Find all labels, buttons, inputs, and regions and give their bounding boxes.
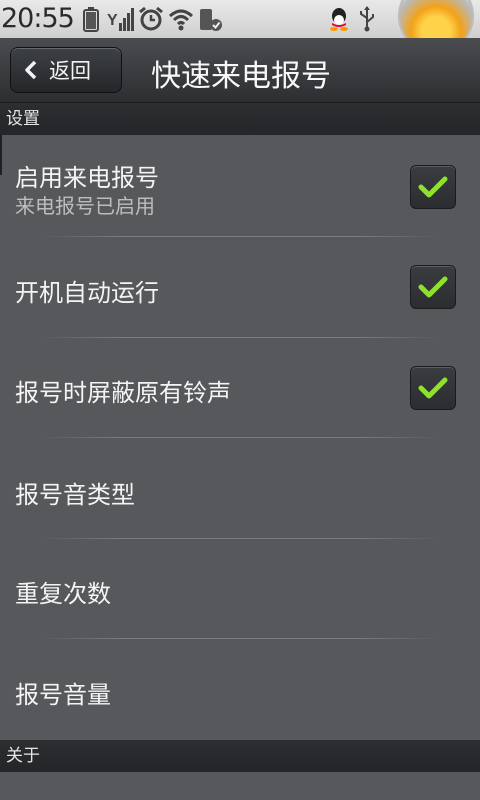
- setting-autostart[interactable]: 开机自动运行: [0, 237, 480, 337]
- setting-label: 报号音量: [15, 681, 111, 709]
- setting-enable-announce[interactable]: 启用来电报号 来电报号已启用: [0, 136, 480, 236]
- setting-voice-type[interactable]: 报号音类型: [0, 438, 480, 538]
- section-header-about: 关于: [0, 740, 480, 772]
- checkmark-icon: [418, 276, 448, 298]
- back-button-label: 返回: [49, 59, 91, 83]
- back-button[interactable]: 返回: [10, 47, 122, 93]
- setting-label: 报号时屏蔽原有铃声: [15, 379, 231, 407]
- section-header-settings: 设置: [0, 103, 480, 135]
- checkmark-icon: [418, 377, 448, 399]
- setting-label: 重复次数: [15, 580, 111, 608]
- enable-announce-checkbox[interactable]: [410, 165, 456, 209]
- alarm-icon: [139, 6, 163, 31]
- setting-label: 启用来电报号: [15, 164, 159, 192]
- signal-icon: Y: [107, 8, 134, 31]
- svg-text:Y: Y: [107, 12, 118, 29]
- battery-icon: [83, 7, 99, 32]
- status-clock: 20:55: [1, 3, 75, 34]
- checkmark-icon: [418, 176, 448, 198]
- setting-label: 报号音类型: [15, 481, 135, 509]
- usb-icon: [360, 6, 374, 32]
- sd-card-icon: [200, 9, 222, 31]
- autostart-checkbox[interactable]: [410, 265, 456, 309]
- page-title: 快速来电报号: [151, 59, 331, 94]
- setting-repeat-count[interactable]: 重复次数: [0, 539, 480, 639]
- qq-penguin-icon: [330, 8, 348, 31]
- status-bar: 20:55 Y: [0, 0, 480, 54]
- setting-summary: 来电报号已启用: [15, 194, 155, 218]
- mute-ringtone-checkbox[interactable]: [410, 366, 456, 410]
- setting-mute-ringtone[interactable]: 报号时屏蔽原有铃声: [0, 338, 480, 438]
- setting-volume[interactable]: 报号音量: [0, 639, 480, 739]
- chevron-left-icon: [25, 60, 37, 80]
- setting-label: 开机自动运行: [15, 279, 159, 307]
- wifi-icon: [168, 9, 194, 31]
- title-bar: 返回 快速来电报号: [0, 38, 480, 103]
